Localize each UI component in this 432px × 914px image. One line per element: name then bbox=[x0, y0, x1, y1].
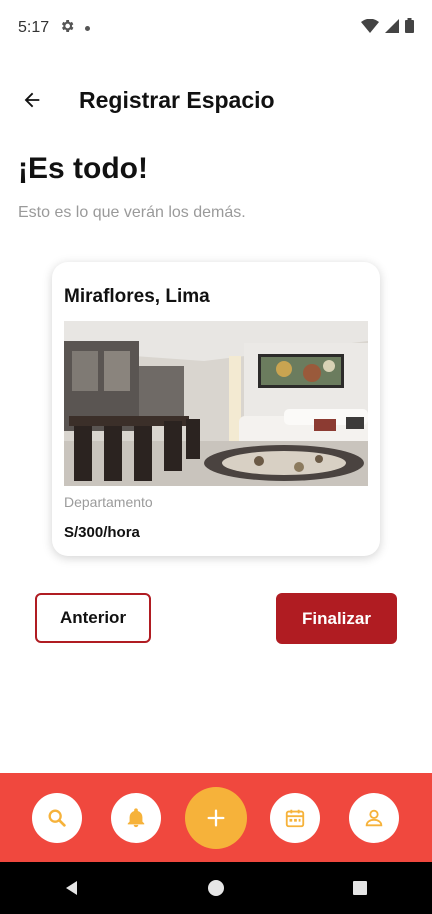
previous-button[interactable]: Anterior bbox=[35, 593, 151, 643]
search-icon bbox=[48, 809, 66, 827]
bell-icon bbox=[127, 808, 145, 828]
nav-add-button[interactable] bbox=[185, 787, 247, 849]
recents-square-icon[interactable] bbox=[351, 879, 369, 897]
back-button[interactable] bbox=[18, 86, 46, 114]
plus-icon bbox=[207, 809, 225, 827]
top-app-bar: Registrar Espacio bbox=[0, 72, 432, 128]
nav-profile-button[interactable] bbox=[349, 793, 399, 843]
finish-button[interactable]: Finalizar bbox=[276, 593, 397, 644]
bottom-navigation bbox=[0, 773, 432, 862]
wifi-icon bbox=[361, 18, 379, 38]
nav-calendar-button[interactable] bbox=[270, 793, 320, 843]
nav-notifications-button[interactable] bbox=[111, 793, 161, 843]
home-circle-icon[interactable] bbox=[207, 879, 225, 897]
gear-icon bbox=[59, 18, 75, 39]
signal-icon bbox=[385, 18, 399, 38]
listing-type: Departamento bbox=[64, 494, 153, 510]
back-triangle-icon[interactable] bbox=[63, 879, 81, 897]
arrow-left-icon bbox=[24, 92, 40, 108]
status-left: 5:17 bbox=[18, 18, 91, 39]
status-bar: 5:17 bbox=[0, 0, 432, 56]
listing-photo bbox=[64, 321, 368, 486]
system-navigation-bar bbox=[0, 862, 432, 914]
status-time: 5:17 bbox=[18, 19, 50, 36]
listing-preview-card: Miraflores, Lima Departamento S/300/hora bbox=[52, 262, 380, 556]
user-icon bbox=[365, 809, 383, 827]
battery-icon bbox=[405, 18, 414, 38]
summary-subtitle: Esto es lo que verán los demás. bbox=[18, 204, 246, 221]
notification-dot-icon bbox=[85, 25, 91, 31]
summary-heading: ¡Es todo! bbox=[18, 152, 148, 185]
nav-search-button[interactable] bbox=[32, 793, 82, 843]
page-title: Registrar Espacio bbox=[79, 86, 275, 113]
listing-location: Miraflores, Lima bbox=[64, 286, 210, 307]
status-right bbox=[361, 18, 414, 38]
listing-price: S/300/hora bbox=[64, 524, 140, 541]
calendar-icon bbox=[285, 809, 305, 828]
